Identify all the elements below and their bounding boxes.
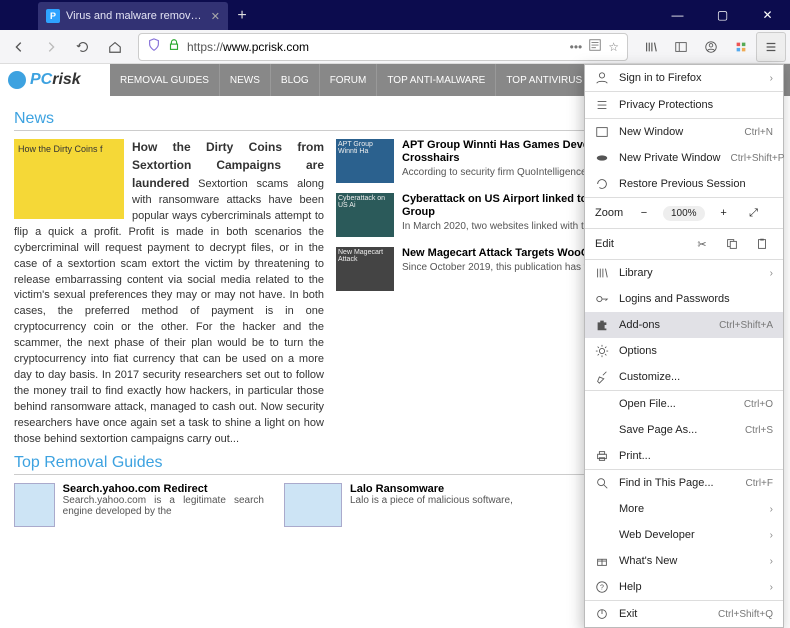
zoom-out-button[interactable]: −: [633, 202, 655, 224]
news-thumb[interactable]: APT Group Winnti Ha: [336, 139, 394, 183]
fullscreen-button[interactable]: ⤢: [743, 202, 765, 224]
power-icon: [595, 607, 609, 621]
zoom-value: 100%: [663, 206, 705, 221]
shield-icon: [147, 38, 161, 55]
menu-signin[interactable]: Sign in to Firefox ›: [585, 65, 783, 91]
chevron-right-icon: ›: [770, 268, 773, 279]
window-icon: [595, 125, 609, 139]
gift-icon: [595, 554, 609, 568]
nav-item[interactable]: FORUM: [320, 64, 378, 96]
reader-icon[interactable]: [588, 38, 602, 55]
guide-item: Search.yahoo.com RedirectSearch.yahoo.co…: [14, 483, 264, 527]
menu-print[interactable]: Print...: [585, 443, 783, 469]
menu-options[interactable]: Options: [585, 338, 783, 364]
copy-button[interactable]: [721, 233, 743, 255]
home-button[interactable]: [100, 32, 130, 62]
guide-title[interactable]: Search.yahoo.com Redirect: [63, 483, 264, 495]
menu-save-page[interactable]: Save Page As... Ctrl+S: [585, 417, 783, 443]
menu-open-file[interactable]: Open File... Ctrl+O: [585, 391, 783, 417]
nav-item[interactable]: BLOG: [271, 64, 320, 96]
chevron-right-icon: ›: [770, 504, 773, 515]
menu-new-window[interactable]: New Window Ctrl+N: [585, 119, 783, 145]
nav-item[interactable]: NEWS: [220, 64, 271, 96]
guide-title[interactable]: Lalo Ransomware: [350, 483, 513, 495]
browser-toolbar: https://www.pcrisk.com ••• ☆: [0, 30, 790, 64]
chevron-right-icon: ›: [770, 582, 773, 593]
guide-body: Search.yahoo.com is a legitimate search …: [63, 495, 264, 517]
menu-whats-new[interactable]: What's New ›: [585, 548, 783, 574]
news-thumb[interactable]: New Magecart Attack: [336, 247, 394, 291]
chevron-right-icon: ›: [770, 556, 773, 567]
svg-text:?: ?: [600, 585, 604, 592]
tab-close-icon[interactable]: ✕: [211, 10, 220, 23]
back-button[interactable]: [4, 32, 34, 62]
app-menu-button[interactable]: [756, 32, 786, 62]
key-icon: [595, 292, 609, 306]
guide-thumb[interactable]: [284, 483, 342, 527]
new-tab-button[interactable]: +: [228, 2, 256, 30]
reload-button[interactable]: [68, 32, 98, 62]
menu-exit[interactable]: Exit Ctrl+Shift+Q: [585, 601, 783, 627]
menu-library[interactable]: Library ›: [585, 260, 783, 286]
library-icon: [595, 266, 609, 280]
account-icon: [595, 71, 609, 85]
print-icon: [595, 449, 609, 463]
menu-web-developer[interactable]: Web Developer ›: [585, 522, 783, 548]
nav-item[interactable]: TOP ANTI-MALWARE: [377, 64, 496, 96]
cut-button[interactable]: ✂: [691, 233, 713, 255]
chevron-right-icon: ›: [770, 530, 773, 541]
menu-customize[interactable]: Customize...: [585, 364, 783, 390]
main-article: How the Dirty Coins f How the Dirty Coin…: [14, 139, 324, 448]
menu-privacy[interactable]: Privacy Protections: [585, 92, 783, 118]
restore-icon: [595, 177, 609, 191]
tab-favicon: P: [46, 9, 60, 23]
guide-thumb[interactable]: [14, 483, 55, 527]
menu-help[interactable]: ? Help ›: [585, 574, 783, 600]
menu-zoom: Zoom − 100% + ⤢: [585, 198, 783, 228]
window-close-button[interactable]: ✕: [745, 0, 790, 30]
lock-icon: [167, 38, 181, 55]
puzzle-icon: [595, 318, 609, 332]
menu-new-private-window[interactable]: New Private Window Ctrl+Shift+P: [585, 145, 783, 171]
nav-item[interactable]: REMOVAL GUIDES: [110, 64, 220, 96]
window-minimize-button[interactable]: —: [655, 0, 700, 30]
library-button[interactable]: [636, 32, 666, 62]
chevron-right-icon: ›: [770, 73, 773, 84]
menu-edit: Edit ✂: [585, 229, 783, 259]
guide-item: Lalo RansomwareLalo is a piece of malici…: [284, 483, 534, 527]
forward-button[interactable]: [36, 32, 66, 62]
url-bar[interactable]: https://www.pcrisk.com ••• ☆: [138, 33, 628, 61]
account-button[interactable]: [696, 32, 726, 62]
zoom-in-button[interactable]: +: [713, 202, 735, 224]
titlebar: P Virus and malware removal ins ✕ + — ▢ …: [0, 0, 790, 30]
app-menu: Sign in to Firefox › Privacy Protections…: [584, 64, 784, 628]
sidebars-button[interactable]: [666, 32, 696, 62]
tab-title: Virus and malware removal ins: [66, 10, 205, 22]
url-text: https://www.pcrisk.com: [187, 40, 564, 54]
more-actions-icon[interactable]: •••: [570, 40, 583, 54]
browser-tab[interactable]: P Virus and malware removal ins ✕: [38, 2, 228, 30]
menu-find[interactable]: Find in This Page... Ctrl+F: [585, 470, 783, 496]
help-icon: ?: [595, 580, 609, 594]
shield-icon: [595, 98, 609, 112]
menu-addons[interactable]: Add-ons Ctrl+Shift+A: [585, 312, 783, 338]
window-controls: — ▢ ✕: [655, 0, 790, 30]
article-thumb[interactable]: How the Dirty Coins f: [14, 139, 124, 219]
menu-logins[interactable]: Logins and Passwords: [585, 286, 783, 312]
menu-more[interactable]: More ›: [585, 496, 783, 522]
bookmark-star-icon[interactable]: ☆: [608, 40, 619, 54]
search-icon: [595, 476, 609, 490]
menu-restore-session[interactable]: Restore Previous Session: [585, 171, 783, 197]
logo-icon: [8, 71, 26, 89]
window-maximize-button[interactable]: ▢: [700, 0, 745, 30]
paste-button[interactable]: [751, 233, 773, 255]
mask-icon: [595, 151, 609, 165]
guide-body: Lalo is a piece of malicious software,: [350, 495, 513, 506]
site-logo[interactable]: PCrisk: [0, 64, 110, 96]
paintbrush-icon: [595, 370, 609, 384]
extensions-button[interactable]: [726, 32, 756, 62]
news-thumb[interactable]: Cyberattack on US Ai: [336, 193, 394, 237]
gear-icon: [595, 344, 609, 358]
